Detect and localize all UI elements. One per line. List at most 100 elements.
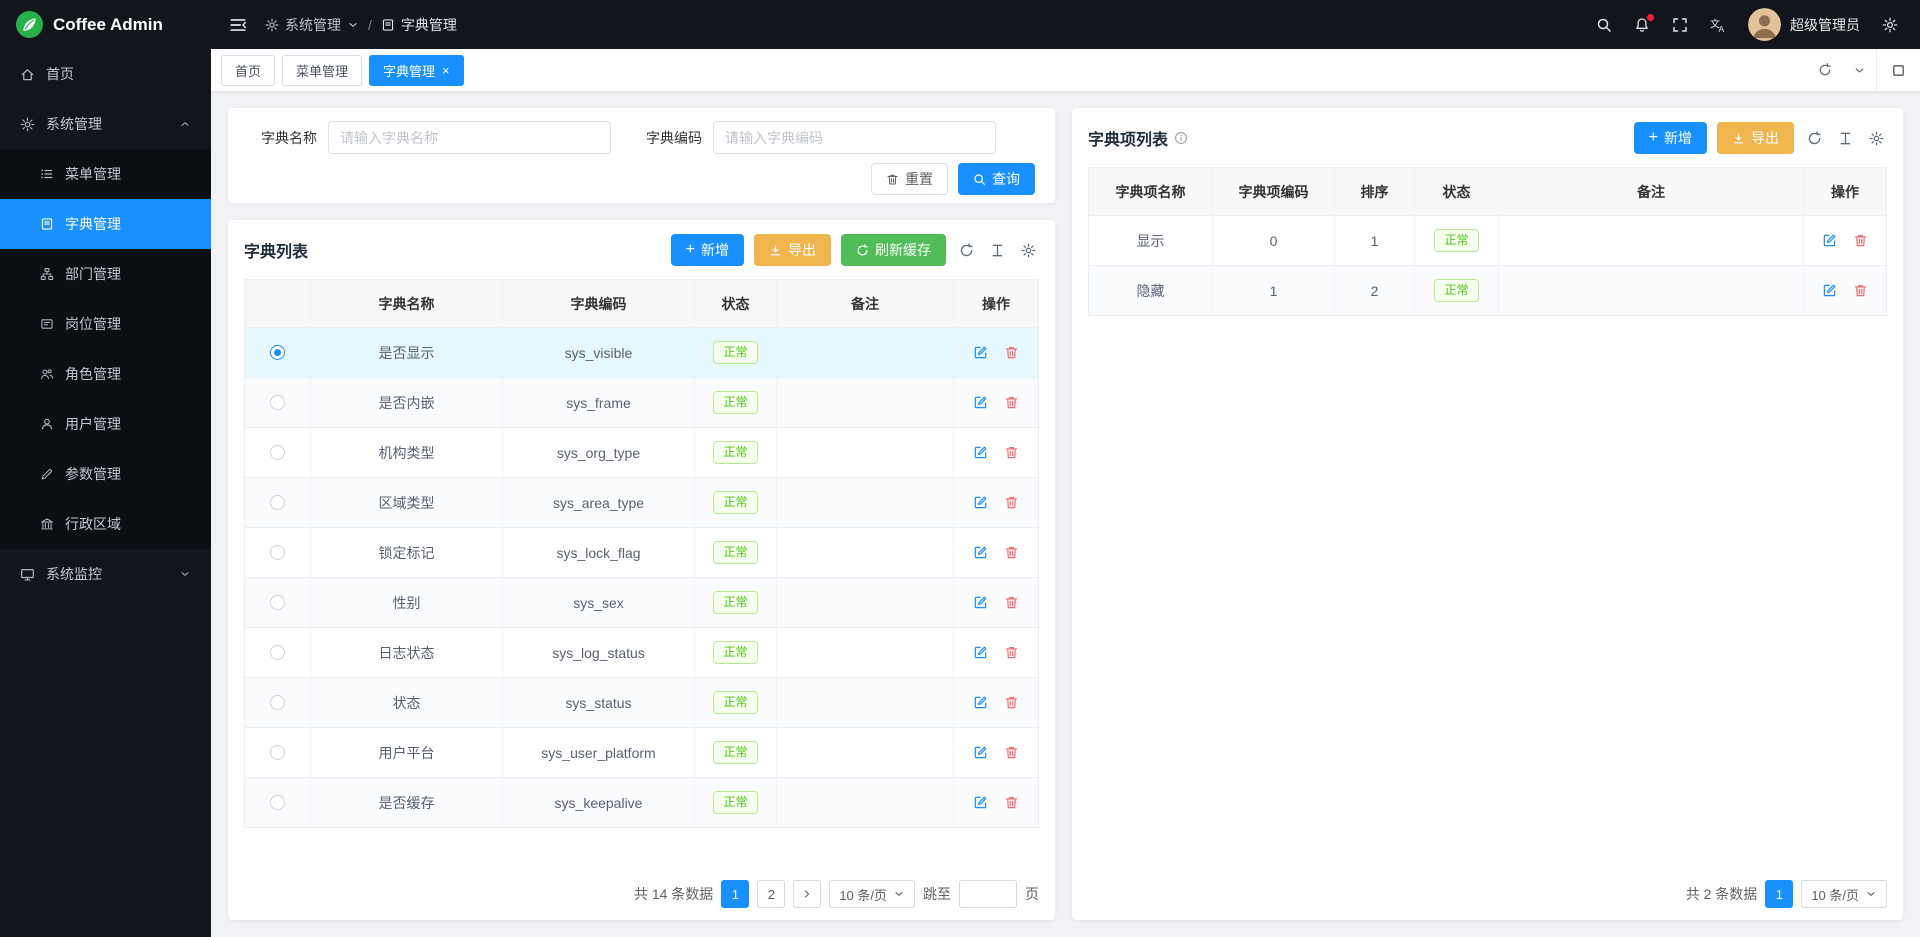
search-button[interactable]: 查询 [958,163,1035,195]
dict-code-input[interactable] [713,121,996,154]
edit-icon[interactable] [973,695,988,710]
edit-icon[interactable] [973,595,988,610]
edit-icon[interactable] [973,345,988,360]
density-icon[interactable] [1835,131,1856,146]
delete-icon[interactable] [1004,695,1019,710]
row-radio[interactable] [270,595,285,610]
tab-home[interactable]: 首页 [221,55,275,86]
table-row[interactable]: 显示 0 1 正常 [1089,216,1886,266]
dict-name-input[interactable] [328,121,611,154]
table-row[interactable]: 锁定标记 sys_lock_flag 正常 [245,528,1038,578]
edit-icon[interactable] [1822,283,1837,298]
page-size-select[interactable]: 10 条/页 [829,880,915,908]
translate-icon[interactable] [1710,17,1726,33]
delete-icon[interactable] [1004,595,1019,610]
sidebar-item-system-monitor[interactable]: 系统监控 [0,549,211,599]
sidebar-item-dict-mgmt[interactable]: 字典管理 [0,199,211,249]
refresh-icon [856,244,869,257]
sidebar-item-region[interactable]: 行政区域 [0,499,211,549]
edit-icon[interactable] [973,745,988,760]
refresh-icon[interactable] [1804,131,1825,146]
delete-icon[interactable] [1004,645,1019,660]
delete-icon[interactable] [1853,283,1868,298]
export-button[interactable]: 导出 [1717,122,1794,154]
bell-icon[interactable] [1634,17,1650,33]
delete-icon[interactable] [1004,495,1019,510]
add-button[interactable]: + 新增 [1634,122,1707,154]
breadcrumb-dict-mgmt[interactable]: 字典管理 [381,15,457,35]
sidebar-item-dept-mgmt[interactable]: 部门管理 [0,249,211,299]
table-row[interactable]: 日志状态 sys_log_status 正常 [245,628,1038,678]
delete-icon[interactable] [1004,745,1019,760]
row-radio[interactable] [270,345,285,360]
jump-page-input[interactable] [959,880,1017,908]
table-row[interactable]: 是否缓存 sys_keepalive 正常 [245,778,1038,828]
edit-icon[interactable] [973,495,988,510]
table-row[interactable]: 隐藏 1 2 正常 [1089,266,1886,316]
page-button-1[interactable]: 1 [721,880,749,908]
breadcrumb-system-mgmt[interactable]: 系统管理 [265,15,359,35]
search-icon[interactable] [1596,17,1612,33]
reset-button[interactable]: 重置 [871,163,948,195]
edit-icon[interactable] [973,395,988,410]
delete-icon[interactable] [1853,233,1868,248]
row-radio[interactable] [270,645,285,660]
refresh-icon[interactable] [1808,63,1842,77]
page-button-1[interactable]: 1 [1765,880,1793,908]
refresh-cache-button[interactable]: 刷新缓存 [841,234,946,266]
sidebar-item-post-mgmt[interactable]: 岗位管理 [0,299,211,349]
page-size-select[interactable]: 10 条/页 [1801,880,1887,908]
sidebar-item-param-mgmt[interactable]: 参数管理 [0,449,211,499]
row-radio[interactable] [270,695,285,710]
close-icon[interactable]: × [442,64,450,77]
table-row[interactable]: 是否显示 sys_visible 正常 [245,328,1038,378]
table-row[interactable]: 区域类型 sys_area_type 正常 [245,478,1038,528]
row-radio[interactable] [270,745,285,760]
tab-dict-mgmt[interactable]: 字典管理 × [369,55,464,86]
delete-icon[interactable] [1004,795,1019,810]
density-icon[interactable] [987,243,1008,258]
info-icon[interactable] [1174,131,1188,145]
add-button[interactable]: + 新增 [671,234,744,266]
delete-icon[interactable] [1004,345,1019,360]
maximize-icon[interactable] [1876,49,1920,91]
row-radio[interactable] [270,445,285,460]
sidebar-item-system-mgmt[interactable]: 系统管理 [0,99,211,149]
table-row[interactable]: 性别 sys_sex 正常 [245,578,1038,628]
export-button[interactable]: 导出 [754,234,831,266]
delete-icon[interactable] [1004,395,1019,410]
column-settings-icon[interactable] [1018,243,1039,258]
settings-gear-icon[interactable] [1882,17,1898,33]
post-badge-icon [40,317,54,331]
delete-icon[interactable] [1004,445,1019,460]
edit-icon[interactable] [973,795,988,810]
edit-icon[interactable] [1822,233,1837,248]
table-row[interactable]: 状态 sys_status 正常 [245,678,1038,728]
sidebar-item-role-mgmt[interactable]: 角色管理 [0,349,211,399]
page-button-2[interactable]: 2 [757,880,785,908]
row-radio[interactable] [270,395,285,410]
table-row[interactable]: 机构类型 sys_org_type 正常 [245,428,1038,478]
delete-icon[interactable] [1004,545,1019,560]
row-radio[interactable] [270,495,285,510]
dict-items-table-header: 字典项名称 字典项编码 排序 状态 备注 操作 [1089,168,1886,216]
edit-icon[interactable] [973,445,988,460]
user-menu[interactable]: 超级管理员 [1748,8,1860,41]
table-row[interactable]: 用户平台 sys_user_platform 正常 [245,728,1038,778]
sidebar-item-user-mgmt[interactable]: 用户管理 [0,399,211,449]
edit-icon[interactable] [973,545,988,560]
chevron-down-icon[interactable] [1842,64,1876,77]
edit-icon[interactable] [973,645,988,660]
row-radio[interactable] [270,795,285,810]
column-settings-icon[interactable] [1866,131,1887,146]
collapse-sidebar-icon[interactable] [229,16,247,34]
fullscreen-icon[interactable] [1672,17,1688,33]
table-row[interactable]: 是否内嵌 sys_frame 正常 [245,378,1038,428]
chevron-down-icon [1865,888,1877,900]
sidebar-item-home[interactable]: 首页 [0,49,211,99]
tab-menu-mgmt[interactable]: 菜单管理 [282,55,362,86]
next-page-button[interactable] [793,880,821,908]
sidebar-item-menu-mgmt[interactable]: 菜单管理 [0,149,211,199]
refresh-icon[interactable] [956,243,977,258]
row-radio[interactable] [270,545,285,560]
